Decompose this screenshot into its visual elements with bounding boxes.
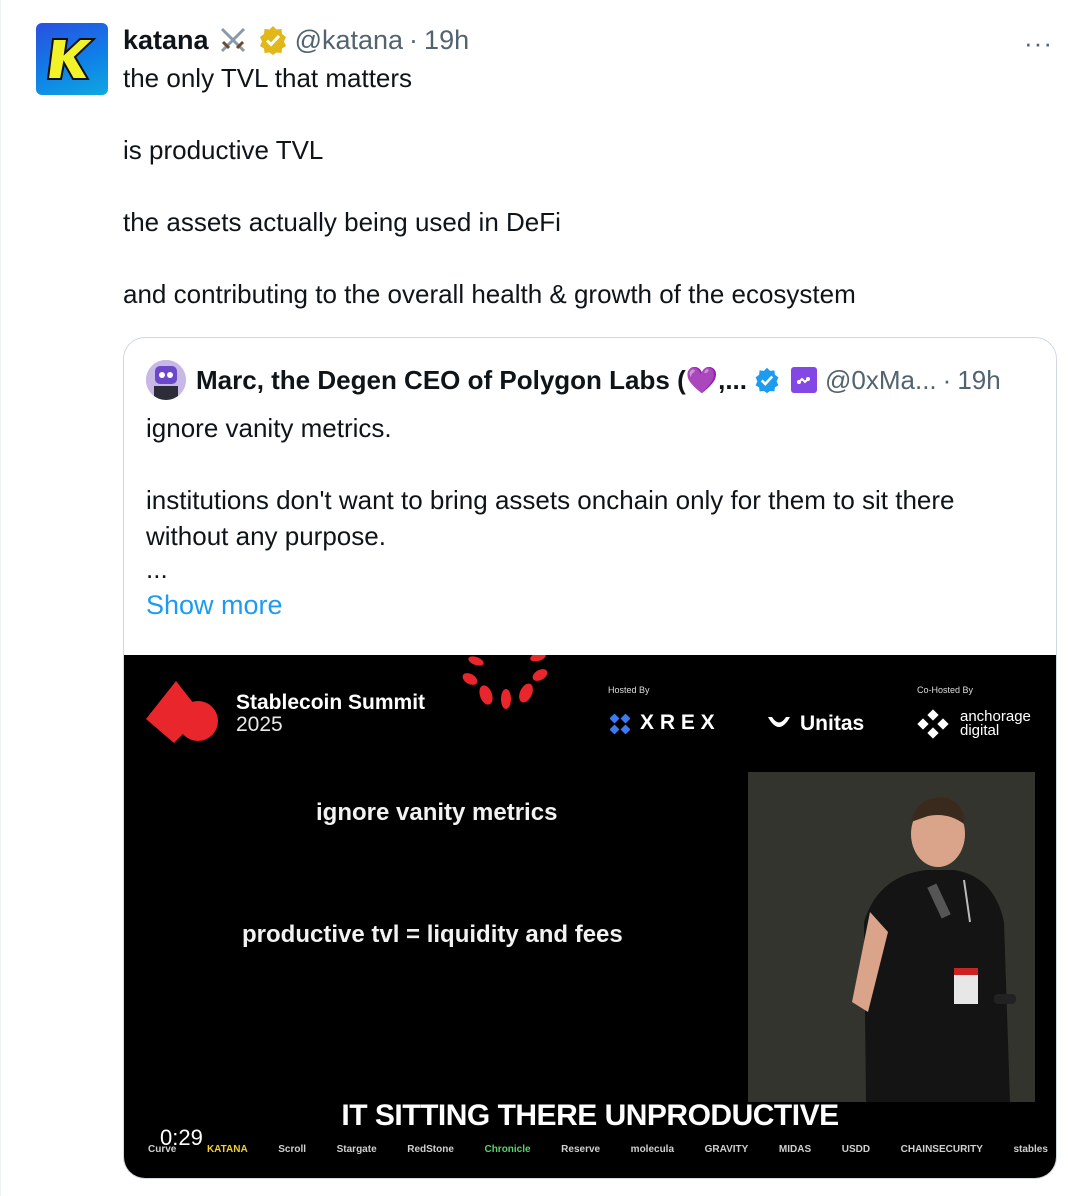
co-hosted-by-label: Co-Hosted By [917,685,974,695]
sponsor-unitas: Unitas [800,712,865,735]
quoted-tweet-time[interactable]: 19h [957,365,1000,396]
quoted-author-avatar[interactable] [146,360,186,400]
more-options-icon[interactable]: ··· [1024,28,1053,59]
show-more-link[interactable]: Show more [146,590,283,621]
quoted-paragraph: ignore vanity metrics. [146,413,392,443]
tweet[interactable]: katana @katana · 19h ··· the only TVL th… [0,0,1068,1196]
quoted-tweet-header: Marc, the Degen CEO of Polygon Labs (💜,.… [146,360,1001,400]
separator-dot: · [942,364,952,395]
video-player[interactable]: Stablecoin Summit 2025 Hosted By Co-Host… [124,655,1056,1178]
sponsor-anchorage-digital: digital [960,722,1000,739]
stablecoin-summit-logo [146,681,218,743]
footer-logo: USDD [841,1144,871,1155]
verified-gold-badge-icon[interactable] [257,24,289,56]
footer-logo: Scroll [278,1144,307,1155]
footer-logo: stables [1013,1144,1048,1155]
footer-logo: GRAVITY [704,1144,749,1155]
footer-logo: RedStone [407,1144,454,1155]
slide-line-2: productive tvl = liquidity and fees [242,921,623,948]
slide-line-1: ignore vanity metrics [316,799,558,826]
hosted-by-label: Hosted By [608,685,650,695]
tweet-paragraph: is productive TVL [123,135,324,165]
quoted-tweet-text: ignore vanity metrics. institutions don'… [146,410,1036,584]
footer-logo: Stargate [336,1144,377,1155]
sponsor-xrex: X R E X [640,711,715,734]
quoted-ellipsis: ... [146,554,168,584]
verified-blue-badge-icon[interactable] [753,366,781,394]
footer-logo: MIDAS [778,1144,812,1155]
katana-avatar[interactable] [36,23,108,95]
quoted-author-handle[interactable]: @0xMa... [825,365,937,396]
author-handle[interactable]: @katana [295,25,403,56]
speaker-video-frame [748,772,1035,1102]
footer-logo: CHAINSECURITY [900,1144,983,1155]
quoted-author-name[interactable]: Marc, the Degen CEO of Polygon Labs (💜,.… [196,365,747,396]
tweet-paragraph: the only TVL that matters [123,63,413,93]
unitas-logo-icon [768,717,790,727]
anchorage-logo-icon [917,709,949,739]
speaker-figure [748,772,1035,1102]
event-year: 2025 [236,713,283,736]
footer-logo: Reserve [561,1144,601,1155]
tweet-paragraph: and contributing to the overall health &… [123,279,856,309]
footer-logo: KATANA [206,1144,248,1155]
tweet-header: katana @katana · 19h [123,22,469,58]
crossed-swords-emoji-icon [220,27,245,53]
footer-logo: molecula [630,1144,675,1155]
footer-logo: Chronicle [484,1144,531,1155]
quoted-paragraph: institutions don't want to bring assets … [146,485,955,551]
tweet-text: the only TVL that matters is productive … [123,60,1043,348]
author-name[interactable]: katana [123,25,209,56]
polygon-affiliate-icon[interactable] [791,367,817,393]
footer-logo: Curve [148,1144,177,1155]
sponsor-logo-strip: Curve KATANA Scroll Stargate RedStone Ch… [148,1144,1048,1155]
quoted-tweet[interactable]: Marc, the Degen CEO of Polygon Labs (💜,.… [123,337,1057,1179]
event-title: Stablecoin Summit [236,691,426,714]
summit-sunburst-graphic [462,655,548,709]
separator-dot: · [409,24,419,55]
tweet-time[interactable]: 19h [424,25,469,56]
tweet-paragraph: the assets actually being used in DeFi [123,207,561,237]
video-caption: IT SITTING THERE UNPRODUCTIVE [341,1099,839,1132]
xrex-logo-icon [610,714,630,734]
